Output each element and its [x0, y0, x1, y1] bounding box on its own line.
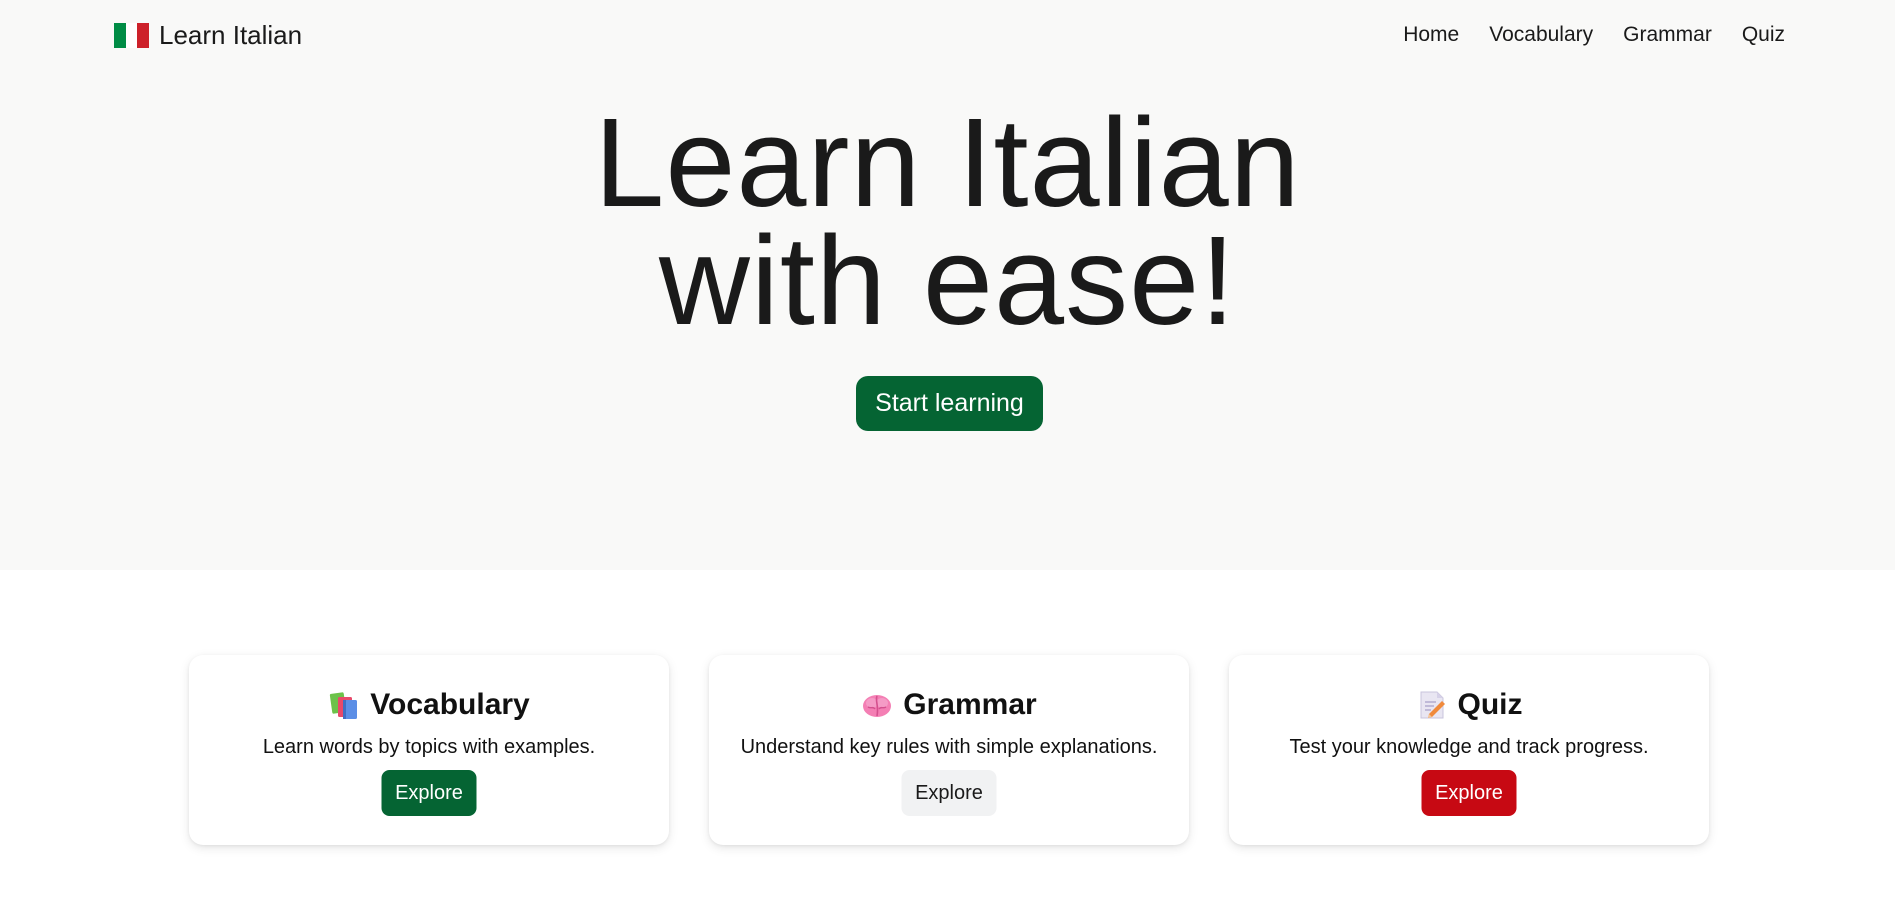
- card-title-row: Grammar: [709, 685, 1189, 725]
- card-description: Understand key rules with simple explana…: [740, 736, 1158, 758]
- brain-icon: [861, 689, 893, 721]
- brand-logo-link[interactable]: Learn Italian: [114, 19, 302, 51]
- top-navbar: Learn Italian Home Vocabulary Grammar Qu…: [0, 0, 1895, 70]
- nav-link-vocabulary[interactable]: Vocabulary: [1489, 20, 1593, 50]
- nav-links: Home Vocabulary Grammar Quiz: [1403, 20, 1785, 50]
- memo-icon: [1416, 689, 1448, 721]
- hero-section: Learn Italian Home Vocabulary Grammar Qu…: [0, 0, 1895, 570]
- hero-title-line-2: with ease!: [658, 210, 1237, 351]
- vocabulary-card: Vocabulary Learn words by topics with ex…: [189, 655, 669, 845]
- hero-title: Learn Italian with ease!: [0, 100, 1895, 344]
- nav-link-home[interactable]: Home: [1403, 20, 1459, 50]
- card-title: Quiz: [1457, 688, 1523, 721]
- card-title: Vocabulary: [370, 688, 530, 721]
- nav-link-grammar[interactable]: Grammar: [1623, 20, 1712, 50]
- nav-link-quiz[interactable]: Quiz: [1742, 20, 1785, 50]
- brand-name: Learn Italian: [159, 20, 303, 50]
- books-icon: [328, 689, 360, 721]
- explore-quiz-button[interactable]: Explore: [1421, 770, 1517, 816]
- explore-vocabulary-button[interactable]: Explore: [381, 770, 477, 816]
- feature-cards: Vocabulary Learn words by topics with ex…: [0, 655, 1895, 845]
- card-title-row: Vocabulary: [189, 685, 669, 725]
- card-description: Learn words by topics with examples.: [262, 736, 596, 758]
- grammar-card: Grammar Understand key rules with simple…: [709, 655, 1189, 845]
- card-description: Test your knowledge and track progress.: [1289, 736, 1649, 758]
- italian-flag-icon: [114, 22, 150, 48]
- card-title: Grammar: [903, 688, 1037, 721]
- card-title-row: Quiz: [1229, 685, 1709, 725]
- start-learning-button[interactable]: Start learning: [856, 376, 1043, 431]
- explore-grammar-button[interactable]: Explore: [901, 770, 997, 816]
- quiz-card: Quiz Test your knowledge and track progr…: [1229, 655, 1709, 845]
